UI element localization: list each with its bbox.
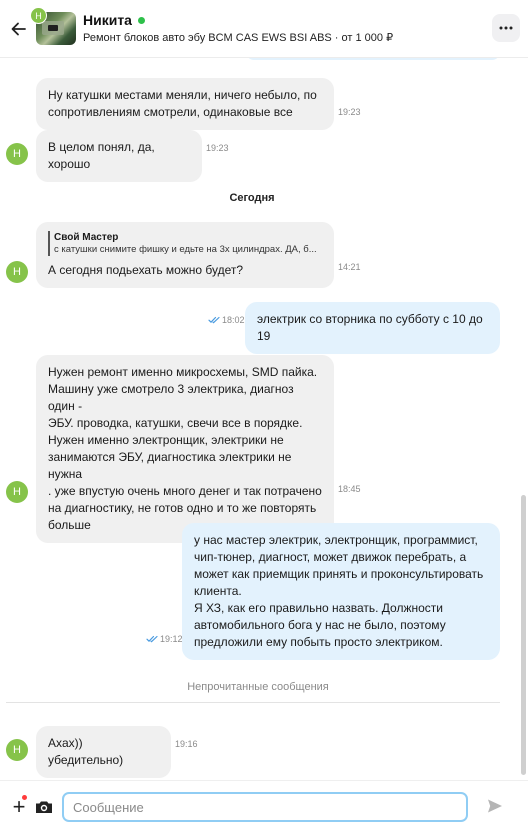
- message-text: на диагностику, не готов одно и то же по…: [48, 501, 317, 515]
- listing-title[interactable]: Ремонт блоков авто эбу BCM CAS EWS BSI A…: [83, 31, 393, 44]
- date-separator: Сегодня: [229, 192, 275, 204]
- message-time-label: 19:12: [160, 634, 183, 644]
- message-time: 19:23: [206, 143, 229, 153]
- avatar: Н: [6, 481, 28, 503]
- message-time: 18:02: [208, 315, 245, 325]
- chat-header: Н Никита Ремонт блоков авто эбу BCM CAS …: [0, 0, 528, 58]
- message-text: чип-тюнер, диагност, может движок перебр…: [194, 550, 467, 564]
- scrollbar[interactable]: [521, 495, 526, 775]
- message-text: ЭБУ. проводка, катушки, свечи все в поря…: [48, 416, 303, 430]
- message-bubble-incoming[interactable]: Свой Мастер с катушки снимите фишку и ед…: [36, 222, 334, 288]
- message-composer: +: [0, 780, 528, 836]
- message-list[interactable]: Ну катушки местами меняли, ничего небыло…: [0, 58, 528, 780]
- online-indicator: [137, 16, 145, 24]
- message-time: 19:23: [338, 107, 361, 117]
- message-text: предложили ему побыть просто электриком.: [194, 635, 443, 649]
- unread-separator: Непрочитанные сообщения: [187, 681, 329, 693]
- contact-name[interactable]: Никита: [83, 12, 145, 28]
- avatar: Н: [30, 7, 47, 24]
- message-text: клиента.: [194, 584, 242, 598]
- avatar: Н: [6, 261, 28, 283]
- send-icon[interactable]: [486, 797, 508, 819]
- message-text: Я ХЗ, как его правильно назвать. Должнос…: [194, 601, 443, 615]
- message-text: занимаются ЭБУ, диагностика электрики не…: [48, 450, 292, 481]
- message-text: Нужен именно электронщик, электрики не: [48, 433, 284, 447]
- message-text: автомобильного бога у нас не было, поэто…: [194, 618, 446, 632]
- message-text: у нас мастер электрик, электронщик, прог…: [194, 533, 478, 547]
- message-time: 18:45: [338, 484, 361, 494]
- more-icon: [499, 26, 513, 30]
- avatar: Н: [6, 143, 28, 165]
- message-bubble-incoming[interactable]: Ну катушки местами меняли, ничего небыло…: [36, 78, 334, 130]
- message-text: электрик со вторника по субботу с 10 до …: [257, 312, 483, 343]
- message-text: Ну катушки местами меняли, ничего небыло…: [48, 88, 317, 102]
- double-check-icon: [146, 635, 158, 643]
- message-bubble-incoming[interactable]: Axax)) убедительно): [36, 726, 171, 778]
- quote-text: с катушки снимите фишку и едьте на 3х ци…: [54, 244, 317, 255]
- message-input[interactable]: [62, 792, 468, 822]
- message-bubble-incoming[interactable]: В целом понял, да, хорошо: [36, 130, 202, 182]
- message-bubble-outgoing[interactable]: электрик со вторника по субботу с 10 до …: [245, 302, 500, 354]
- camera-icon[interactable]: [34, 797, 54, 817]
- double-check-icon: [208, 316, 220, 324]
- message-time-label: 18:02: [222, 315, 245, 325]
- plus-icon[interactable]: +: [8, 796, 30, 818]
- message-text: Нужен ремонт именно микросхемы, SMD пайк…: [48, 365, 318, 379]
- message-text: может как приемщик принять и проконсульт…: [194, 567, 484, 581]
- message-time: 19:16: [175, 739, 198, 749]
- message-text: А сегодня подьехать можно будет?: [48, 263, 244, 277]
- message-time: 19:12: [146, 634, 183, 644]
- listing-thumbnail[interactable]: Н: [30, 7, 76, 45]
- back-arrow-icon[interactable]: [6, 16, 32, 42]
- message-bubble-incoming[interactable]: Нужен ремонт именно микросхемы, SMD пайк…: [36, 355, 334, 543]
- message-text: Axax)) убедительно): [48, 736, 124, 767]
- quoted-message[interactable]: Свой Мастер с катушки снимите фишку и ед…: [48, 231, 322, 256]
- notification-dot: [22, 795, 27, 800]
- message-text: сопротивлениям смотрели, одинаковые все: [48, 105, 293, 119]
- message-text: . уже впустую очень много денег и так по…: [48, 484, 322, 498]
- message-time: 14:21: [338, 262, 361, 272]
- divider: [6, 702, 500, 703]
- avatar: Н: [6, 739, 28, 761]
- more-button[interactable]: [492, 14, 520, 42]
- message-text: Машину уже смотрело 3 электрика, диагноз…: [48, 382, 294, 413]
- quote-author: Свой Мастер: [54, 232, 119, 243]
- message-bubble-outgoing[interactable]: у нас мастер электрик, электронщик, прог…: [182, 523, 500, 660]
- contact-name-label: Никита: [83, 12, 132, 28]
- previous-message-bubble: [246, 58, 500, 60]
- message-text: В целом понял, да, хорошо: [48, 140, 155, 171]
